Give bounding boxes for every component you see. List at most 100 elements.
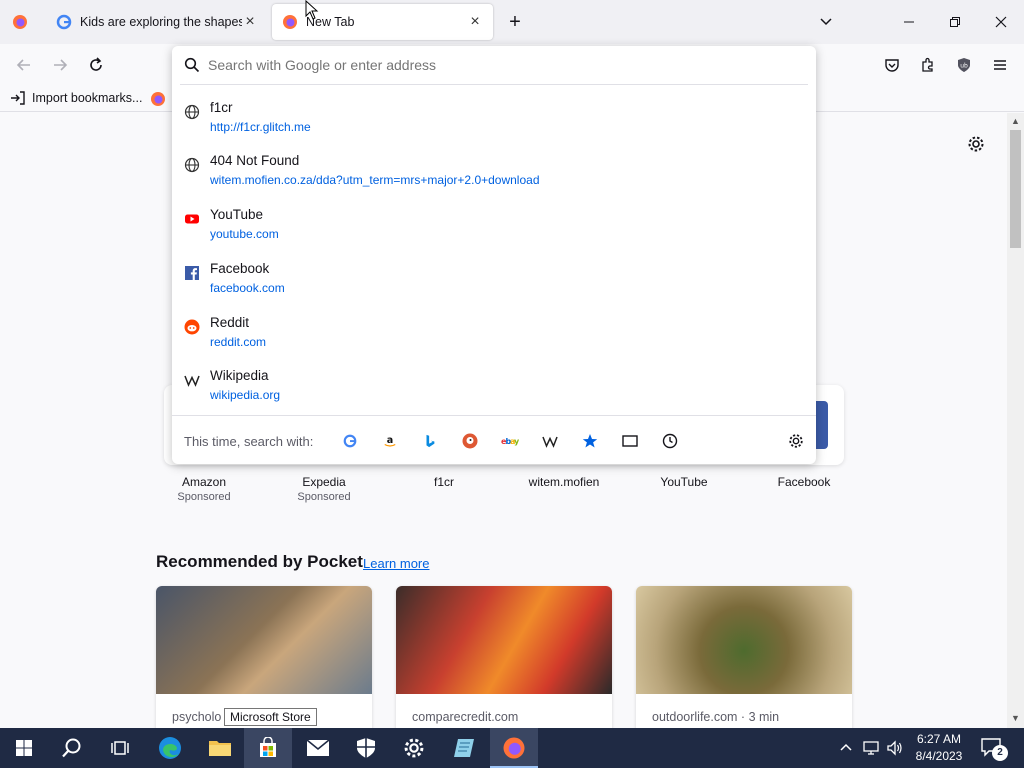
learn-more-link[interactable]: Learn more	[363, 556, 429, 571]
restore-icon	[950, 17, 960, 27]
clock-icon	[662, 433, 678, 449]
scroll-up-arrow[interactable]: ▲	[1011, 116, 1020, 126]
shortcut-youtube[interactable]: YouTube	[624, 475, 744, 489]
firefox-bookmark-icon[interactable]	[150, 91, 166, 107]
firefox-view-button[interactable]	[6, 10, 34, 34]
volume-button[interactable]	[886, 739, 904, 760]
duckduckgo-icon	[462, 433, 478, 449]
mouse-cursor-icon	[305, 0, 319, 20]
personalize-button[interactable]	[964, 132, 988, 156]
forward-button[interactable]	[48, 53, 72, 77]
tabs-search-button[interactable]	[620, 431, 640, 451]
suggestion-row[interactable]: Wikipedia wikipedia.org	[172, 368, 816, 420]
notepad-icon	[454, 739, 474, 757]
ublock-button[interactable]: ub	[952, 53, 976, 77]
suggestion-row[interactable]: Reddit reddit.com	[172, 315, 816, 367]
suggestion-row[interactable]: 404 Not Found witem.mofien.co.za/dda?utm…	[172, 153, 816, 205]
minimize-button[interactable]	[886, 0, 932, 44]
scroll-down-arrow[interactable]: ▼	[1011, 713, 1020, 723]
minimize-icon	[904, 21, 914, 23]
windows-taskbar: 6:27 AM 8/4/2023 2	[0, 728, 1024, 768]
tab-kids-article[interactable]: Kids are exploring the shapes and ×	[46, 4, 268, 40]
import-bookmarks-button[interactable]: Import bookmarks...	[10, 90, 142, 106]
task-view-button[interactable]	[96, 728, 144, 768]
microsoft-store-button[interactable]	[244, 728, 292, 768]
suggestion-title: Reddit	[210, 315, 250, 330]
shortcut-f1cr[interactable]: f1cr	[384, 475, 504, 489]
windows-security-button[interactable]	[342, 728, 390, 768]
tab-icon	[622, 435, 638, 447]
back-button[interactable]	[12, 53, 36, 77]
network-status-button[interactable]	[862, 739, 880, 760]
tab-title: New Tab	[306, 15, 355, 29]
menu-button[interactable]	[988, 53, 1012, 77]
start-button[interactable]	[0, 728, 48, 768]
card-source: comparecredit.com	[412, 710, 519, 724]
suggestion-url: reddit.com	[210, 335, 267, 349]
reddit-icon	[184, 319, 200, 335]
settings-button[interactable]	[390, 728, 438, 768]
pocket-heading: Recommended by Pocket	[156, 552, 363, 571]
shortcut-witem-mofien[interactable]: witem.mofien	[504, 475, 624, 489]
card-image	[396, 586, 612, 694]
pocket-button[interactable]	[880, 53, 904, 77]
edge-taskbar-button[interactable]	[146, 728, 194, 768]
import-icon	[11, 91, 25, 105]
amazon-engine-button[interactable]: a	[380, 431, 400, 451]
hamburger-icon	[994, 60, 1006, 70]
close-tab-icon[interactable]: ×	[242, 14, 258, 30]
history-search-button[interactable]	[660, 431, 680, 451]
page-scrollbar[interactable]: ▲ ▼	[1007, 113, 1024, 728]
wikipedia-engine-button[interactable]	[540, 431, 560, 451]
google-icon	[56, 14, 72, 30]
pocket-card[interactable]: outdoorlife.com · 3 min	[636, 586, 852, 728]
tab-strip: Kids are exploring the shapes and × New …	[0, 0, 1024, 44]
pocket-card[interactable]: psycholo	[156, 586, 372, 728]
pocket-card[interactable]: comparecredit.com	[396, 586, 612, 728]
bookmarks-search-button[interactable]	[580, 431, 600, 451]
close-tab-icon[interactable]: ×	[467, 14, 483, 30]
suggestion-row[interactable]: Facebook facebook.com	[172, 261, 816, 313]
suggestion-row[interactable]: YouTube youtube.com	[172, 207, 816, 259]
file-explorer-button[interactable]	[196, 728, 244, 768]
close-window-button[interactable]	[978, 0, 1024, 44]
tooltip: Microsoft Store	[224, 708, 317, 726]
reload-button[interactable]	[84, 53, 108, 77]
firefox-taskbar-button[interactable]	[490, 728, 538, 768]
action-center-button[interactable]: 2	[980, 737, 1010, 761]
mail-button[interactable]	[294, 728, 342, 768]
duckduckgo-engine-button[interactable]	[460, 431, 480, 451]
suggestion-title: YouTube	[210, 207, 264, 222]
search-settings-button[interactable]	[786, 431, 806, 451]
shortcut-label: Amazon	[181, 475, 227, 489]
speaker-icon	[887, 740, 902, 756]
shortcut-facebook[interactable]: Facebook	[744, 475, 864, 489]
suggestion-row[interactable]: f1cr http://f1cr.glitch.me	[172, 100, 816, 152]
notification-count-badge: 2	[992, 745, 1008, 761]
urlbar-input[interactable]	[208, 52, 798, 78]
youtube-icon	[185, 214, 199, 224]
bing-engine-button[interactable]	[420, 431, 440, 451]
card-source: outdoorlife.com · 3 min	[652, 710, 780, 724]
search-icon	[184, 57, 200, 73]
sponsored-label: Sponsored	[297, 491, 351, 503]
new-tab-button[interactable]: +	[503, 10, 527, 34]
show-hidden-icons-button[interactable]	[839, 740, 853, 757]
card-image	[156, 586, 372, 694]
store-icon	[260, 737, 276, 757]
suggestion-title: 404 Not Found	[210, 153, 300, 168]
extensions-button[interactable]	[916, 53, 940, 77]
suggestion-url: http://f1cr.glitch.me	[210, 120, 311, 134]
list-all-tabs-button[interactable]	[814, 10, 838, 34]
google-engine-button[interactable]	[340, 431, 360, 451]
scrollbar-thumb[interactable]	[1010, 130, 1021, 248]
facebook-icon	[185, 266, 199, 280]
taskbar-search-button[interactable]	[48, 728, 96, 768]
globe-icon	[184, 104, 200, 120]
notepad-app-button[interactable]	[440, 728, 488, 768]
clock[interactable]: 6:27 AM 8/4/2023	[908, 731, 970, 765]
restore-button[interactable]	[932, 0, 978, 44]
firefox-icon	[13, 15, 27, 29]
ebay-engine-button[interactable]: ebay	[500, 431, 520, 451]
chevron-up-icon	[840, 743, 852, 751]
